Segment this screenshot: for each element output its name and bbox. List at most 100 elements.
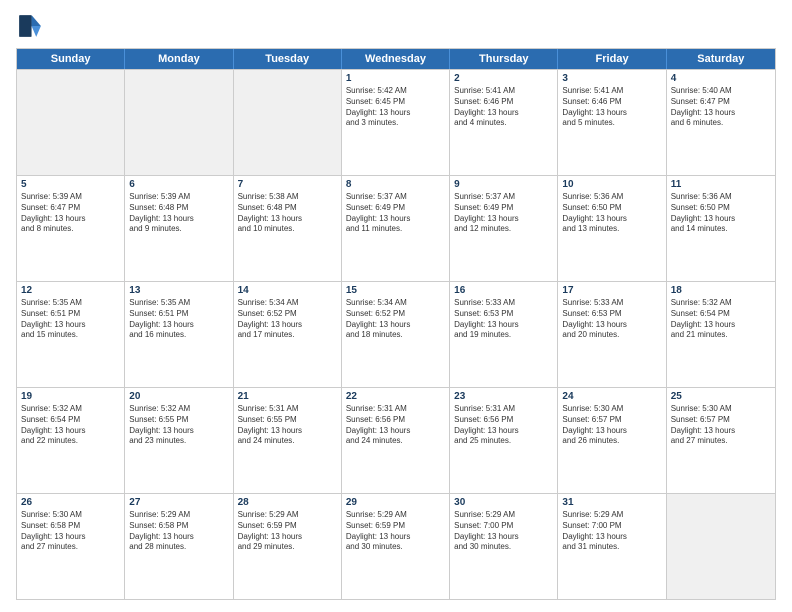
day-number: 4 <box>671 73 771 84</box>
cell-info: Sunrise: 5:31 AM Sunset: 6:56 PM Dayligh… <box>346 404 445 447</box>
calendar-cell: 27Sunrise: 5:29 AM Sunset: 6:58 PM Dayli… <box>125 494 233 599</box>
cell-info: Sunrise: 5:29 AM Sunset: 6:59 PM Dayligh… <box>238 510 337 553</box>
cell-info: Sunrise: 5:31 AM Sunset: 6:56 PM Dayligh… <box>454 404 553 447</box>
calendar-cell: 14 Sunrise: 5:34 AM Sunset: 6:52 PM Dayli… <box>234 282 342 387</box>
calendar-cell: 7 Sunrise: 5:38 AM Sunset: 6:48 PM Daylig… <box>234 176 342 281</box>
calendar-cell: 1 Sunrise: 5:42 AM Sunset: 6:45 PM Daylig… <box>342 70 450 175</box>
cell-info: Sunrise: 5:33 AM Sunset: 6:53 PM Dayligh… <box>562 298 661 341</box>
calendar-row: 1 Sunrise: 5:42 AM Sunset: 6:45 PM Daylig… <box>17 69 775 175</box>
weekday-header: Monday <box>125 49 233 69</box>
day-number: 23 <box>454 391 553 402</box>
cell-info: Sunrise: 5:42 AM Sunset: 6:45 PM Dayligh… <box>346 86 445 129</box>
calendar: SundayMondayTuesdayWednesdayThursdayFrid… <box>16 48 776 600</box>
cell-info: Sunrise: 5:30 AM Sunset: 6:58 PM Dayligh… <box>21 510 120 553</box>
calendar-cell: 26 Sunrise: 5:30 AM Sunset: 6:58 PM Dayli… <box>17 494 125 599</box>
logo-icon <box>16 12 44 40</box>
cell-info: Sunrise: 5:32 AM Sunset: 6:55 PM Dayligh… <box>129 404 228 447</box>
calendar-cell: 25Sunrise: 5:30 AM Sunset: 6:57 PM Dayli… <box>667 388 775 493</box>
day-number: 20 <box>129 391 228 402</box>
calendar-row: 19 Sunrise: 5:32 AM Sunset: 6:54 PM Dayli… <box>17 387 775 493</box>
day-number: 24 <box>562 391 661 402</box>
day-number: 12 <box>21 285 120 296</box>
calendar-cell: 5 Sunrise: 5:39 AM Sunset: 6:47 PM Daylig… <box>17 176 125 281</box>
cell-info: Sunrise: 5:29 AM Sunset: 7:00 PM Dayligh… <box>562 510 661 553</box>
cell-info: Sunrise: 5:33 AM Sunset: 6:53 PM Dayligh… <box>454 298 553 341</box>
day-number: 1 <box>346 73 445 84</box>
day-number: 8 <box>346 179 445 190</box>
calendar-cell: 15Sunrise: 5:34 AM Sunset: 6:52 PM Dayli… <box>342 282 450 387</box>
day-number: 28 <box>238 497 337 508</box>
day-number: 29 <box>346 497 445 508</box>
day-number: 31 <box>562 497 661 508</box>
day-number: 5 <box>21 179 120 190</box>
weekday-header: Friday <box>558 49 666 69</box>
calendar-cell: 4Sunrise: 5:40 AM Sunset: 6:47 PM Daylig… <box>667 70 775 175</box>
calendar-cell: 31 Sunrise: 5:29 AM Sunset: 7:00 PM Dayli… <box>558 494 666 599</box>
calendar-cell: 28 Sunrise: 5:29 AM Sunset: 6:59 PM Dayli… <box>234 494 342 599</box>
cell-info: Sunrise: 5:39 AM Sunset: 6:47 PM Dayligh… <box>21 192 120 235</box>
day-number: 17 <box>562 285 661 296</box>
cell-info: Sunrise: 5:41 AM Sunset: 6:46 PM Dayligh… <box>562 86 661 129</box>
page-header <box>16 12 776 40</box>
calendar-cell <box>667 494 775 599</box>
calendar-cell: 16 Sunrise: 5:33 AM Sunset: 6:53 PM Dayli… <box>450 282 558 387</box>
day-number: 9 <box>454 179 553 190</box>
calendar-cell: 20 Sunrise: 5:32 AM Sunset: 6:55 PM Dayli… <box>125 388 233 493</box>
cell-info: Sunrise: 5:35 AM Sunset: 6:51 PM Dayligh… <box>21 298 120 341</box>
calendar-cell: 21 Sunrise: 5:31 AM Sunset: 6:55 PM Dayli… <box>234 388 342 493</box>
weekday-header: Wednesday <box>342 49 450 69</box>
weekday-header: Thursday <box>450 49 558 69</box>
calendar-cell: 11 Sunrise: 5:36 AM Sunset: 6:50 PM Dayli… <box>667 176 775 281</box>
calendar-cell: 10Sunrise: 5:36 AM Sunset: 6:50 PM Dayli… <box>558 176 666 281</box>
calendar-cell: 6 Sunrise: 5:39 AM Sunset: 6:48 PM Daylig… <box>125 176 233 281</box>
cell-info: Sunrise: 5:38 AM Sunset: 6:48 PM Dayligh… <box>238 192 337 235</box>
calendar-cell: 24 Sunrise: 5:30 AM Sunset: 6:57 PM Dayli… <box>558 388 666 493</box>
cell-info: Sunrise: 5:39 AM Sunset: 6:48 PM Dayligh… <box>129 192 228 235</box>
calendar-row: 5 Sunrise: 5:39 AM Sunset: 6:47 PM Daylig… <box>17 175 775 281</box>
cell-info: Sunrise: 5:32 AM Sunset: 6:54 PM Dayligh… <box>21 404 120 447</box>
day-number: 21 <box>238 391 337 402</box>
day-number: 11 <box>671 179 771 190</box>
cell-info: Sunrise: 5:30 AM Sunset: 6:57 PM Dayligh… <box>562 404 661 447</box>
day-number: 30 <box>454 497 553 508</box>
weekday-header: Saturday <box>667 49 775 69</box>
day-number: 14 <box>238 285 337 296</box>
day-number: 19 <box>21 391 120 402</box>
day-number: 22 <box>346 391 445 402</box>
calendar-cell <box>125 70 233 175</box>
calendar-page: SundayMondayTuesdayWednesdayThursdayFrid… <box>0 0 792 612</box>
cell-info: Sunrise: 5:36 AM Sunset: 6:50 PM Dayligh… <box>671 192 771 235</box>
day-number: 13 <box>129 285 228 296</box>
calendar-cell: 17 Sunrise: 5:33 AM Sunset: 6:53 PM Dayli… <box>558 282 666 387</box>
calendar-cell: 23 Sunrise: 5:31 AM Sunset: 6:56 PM Dayli… <box>450 388 558 493</box>
cell-info: Sunrise: 5:41 AM Sunset: 6:46 PM Dayligh… <box>454 86 553 129</box>
day-number: 7 <box>238 179 337 190</box>
calendar-cell: 30 Sunrise: 5:29 AM Sunset: 7:00 PM Dayli… <box>450 494 558 599</box>
weekday-header: Tuesday <box>234 49 342 69</box>
calendar-cell: 18 Sunrise: 5:32 AM Sunset: 6:54 PM Dayli… <box>667 282 775 387</box>
logo <box>16 12 48 40</box>
cell-info: Sunrise: 5:29 AM Sunset: 7:00 PM Dayligh… <box>454 510 553 553</box>
calendar-row: 12 Sunrise: 5:35 AM Sunset: 6:51 PM Dayli… <box>17 281 775 387</box>
day-number: 6 <box>129 179 228 190</box>
cell-info: Sunrise: 5:32 AM Sunset: 6:54 PM Dayligh… <box>671 298 771 341</box>
cell-info: Sunrise: 5:29 AM Sunset: 6:59 PM Dayligh… <box>346 510 445 553</box>
cell-info: Sunrise: 5:37 AM Sunset: 6:49 PM Dayligh… <box>346 192 445 235</box>
calendar-row: 26 Sunrise: 5:30 AM Sunset: 6:58 PM Dayli… <box>17 493 775 599</box>
cell-info: Sunrise: 5:34 AM Sunset: 6:52 PM Dayligh… <box>238 298 337 341</box>
calendar-header: SundayMondayTuesdayWednesdayThursdayFrid… <box>17 49 775 69</box>
calendar-cell: 2Sunrise: 5:41 AM Sunset: 6:46 PM Daylig… <box>450 70 558 175</box>
calendar-cell: 19 Sunrise: 5:32 AM Sunset: 6:54 PM Dayli… <box>17 388 125 493</box>
day-number: 16 <box>454 285 553 296</box>
calendar-cell <box>234 70 342 175</box>
calendar-cell: 8 Sunrise: 5:37 AM Sunset: 6:49 PM Daylig… <box>342 176 450 281</box>
day-number: 10 <box>562 179 661 190</box>
day-number: 18 <box>671 285 771 296</box>
calendar-cell: 12 Sunrise: 5:35 AM Sunset: 6:51 PM Dayli… <box>17 282 125 387</box>
calendar-cell <box>17 70 125 175</box>
day-number: 15 <box>346 285 445 296</box>
calendar-cell: 3Sunrise: 5:41 AM Sunset: 6:46 PM Daylig… <box>558 70 666 175</box>
day-number: 26 <box>21 497 120 508</box>
calendar-body: 1 Sunrise: 5:42 AM Sunset: 6:45 PM Daylig… <box>17 69 775 599</box>
cell-info: Sunrise: 5:31 AM Sunset: 6:55 PM Dayligh… <box>238 404 337 447</box>
